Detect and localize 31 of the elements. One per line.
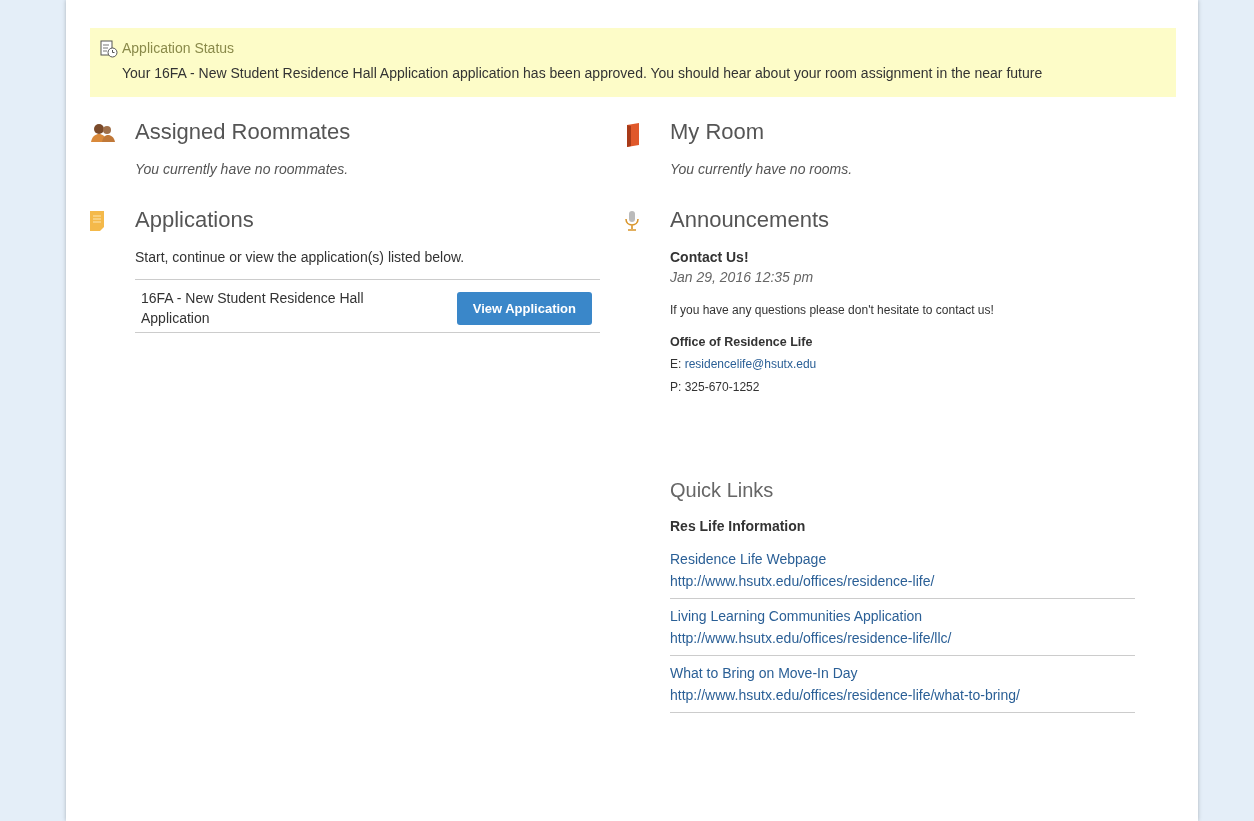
- link-group-title: Res Life Information: [670, 518, 807, 534]
- section-heading: Announcements: [670, 206, 830, 234]
- section-heading: Applications: [135, 206, 255, 234]
- applications-intro: Start, continue or view the application(s) listed below.: [135, 249, 466, 265]
- application-name: 16FA - New Student Residence Hall Application: [141, 289, 365, 328]
- announcement-body: If you have any questions please don't hesitate to contact us!: [670, 303, 995, 317]
- document-icon: [90, 211, 104, 231]
- quick-links-heading: Quick Links: [670, 479, 775, 502]
- announcement-title: Contact Us!: [670, 249, 750, 265]
- link-url[interactable]: http://www.hsutx.edu/offices/residence-life/: [670, 570, 1135, 592]
- email-link[interactable]: residencelife@hsutx.edu: [684, 357, 817, 371]
- section-heading: Assigned Roommates: [135, 118, 352, 146]
- door-icon: [625, 123, 641, 147]
- section-heading: My Room: [670, 118, 766, 146]
- phone-number: P: 325-670-1252: [670, 380, 761, 394]
- empty-message: You currently have no rooms.: [670, 161, 854, 177]
- link-title[interactable]: Living Learning Communities Application: [670, 605, 1135, 627]
- document-clock-icon: [100, 40, 118, 58]
- microphone-icon: [625, 211, 639, 231]
- alert-message: Your 16FA - New Student Residence Hall Application application has been approved. You should hear about your room assignment in the near future: [122, 64, 1044, 83]
- link-title[interactable]: What to Bring on Move-In Day: [670, 662, 1135, 684]
- announcement-date: Jan 29, 2016 12:35 pm: [670, 269, 815, 285]
- link-url[interactable]: http://www.hsutx.edu/offices/residence-life/llc/: [670, 627, 1135, 649]
- link-url[interactable]: http://www.hsutx.edu/offices/residence-life/what-to-bring/: [670, 684, 1135, 706]
- view-application-button[interactable]: View Application: [456, 291, 592, 325]
- office-name: Office of Residence Life: [670, 335, 814, 349]
- alert-title: Application Status: [122, 40, 236, 58]
- link-title[interactable]: Residence Life Webpage: [670, 548, 1135, 570]
- email-label: E:: [670, 357, 682, 371]
- people-icon: [90, 123, 116, 143]
- empty-message: You currently have no roommates.: [135, 161, 350, 177]
